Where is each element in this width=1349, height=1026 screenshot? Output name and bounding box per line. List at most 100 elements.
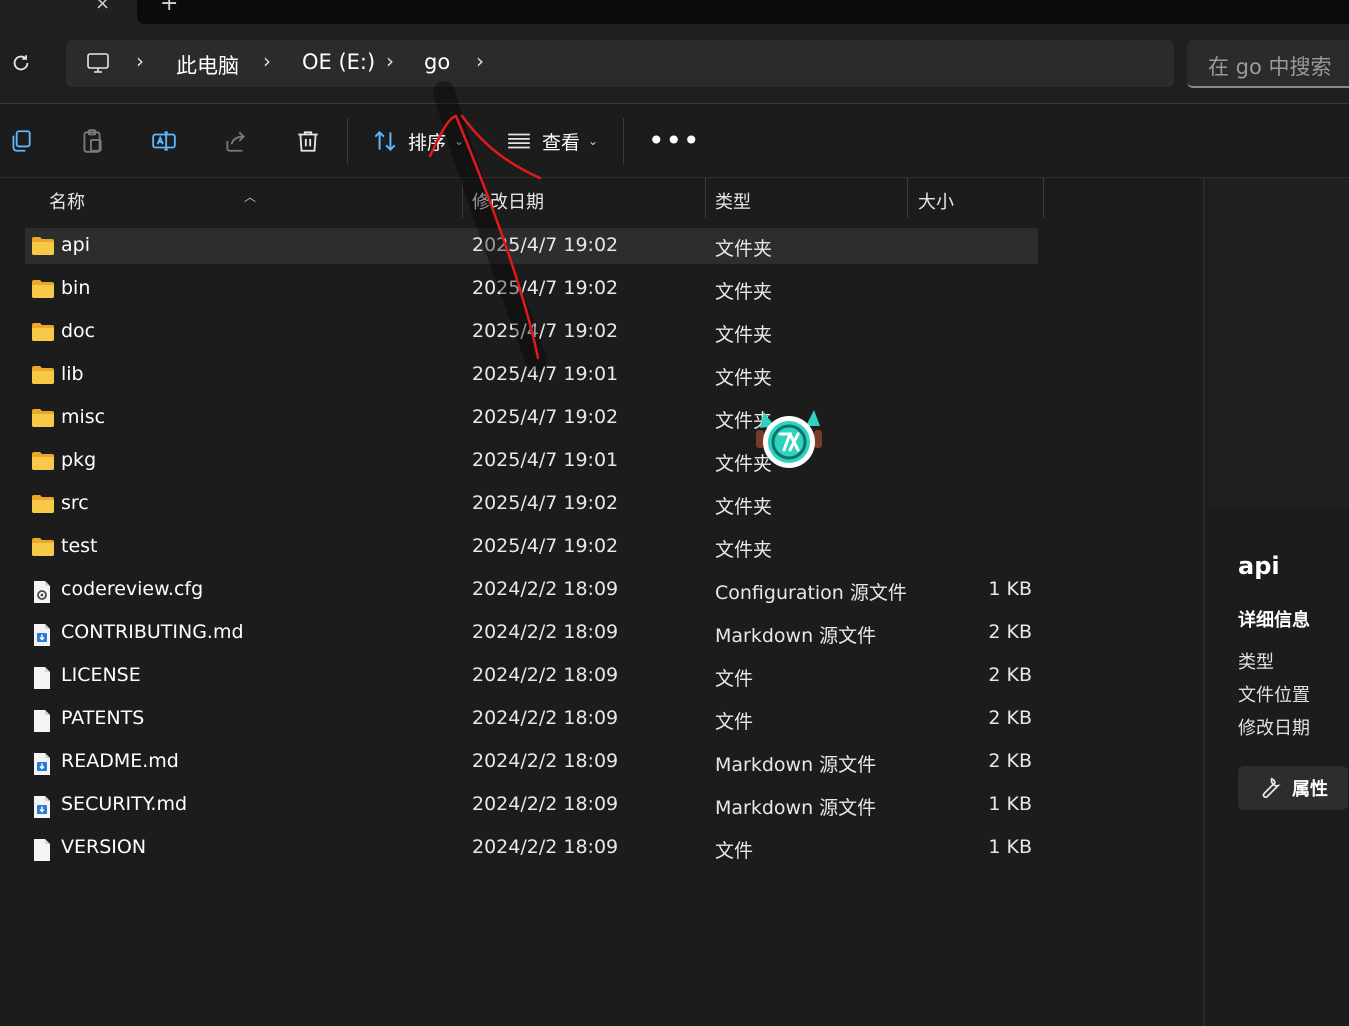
- column-separator[interactable]: [462, 178, 463, 218]
- column-separator[interactable]: [907, 178, 908, 218]
- column-separator[interactable]: [705, 178, 706, 218]
- file-type: 文件夹: [715, 496, 773, 518]
- refresh-icon[interactable]: [10, 52, 32, 74]
- preview-area: [1207, 178, 1349, 508]
- file-modified-date: 2024/2/2 18:09: [472, 793, 619, 815]
- file-size: 1 KB: [988, 793, 1032, 815]
- file-type: 文件夹: [715, 539, 773, 561]
- share-icon[interactable]: [223, 128, 249, 154]
- file-name: misc: [61, 406, 106, 428]
- file-type: Markdown 源文件: [715, 625, 877, 647]
- file-row[interactable]: CONTRIBUTING.md 2024/2/2 18:09 Markdown 源文…: [25, 615, 1038, 651]
- file-size: 2 KB: [988, 750, 1032, 772]
- file-row[interactable]: SECURITY.md 2024/2/2 18:09 Markdown 源文件 1 K…: [25, 787, 1038, 823]
- file-icon: [31, 666, 53, 694]
- folder-icon: [31, 537, 55, 561]
- file-name: PATENTS: [61, 707, 145, 729]
- folder-icon: [31, 451, 55, 475]
- breadcrumb-this-pc[interactable]: 此电脑: [176, 50, 239, 80]
- folder-icon: [31, 322, 55, 346]
- properties-button[interactable]: 属性: [1238, 766, 1348, 810]
- new-tab-button[interactable]: +: [160, 0, 178, 16]
- file-row[interactable]: lib 2025/4/7 19:01 文件夹: [25, 357, 1038, 393]
- command-bar: 排序 ⌄ 查看 ⌄ •••: [0, 104, 1349, 178]
- column-header-modified[interactable]: 修改日期: [472, 188, 544, 214]
- details-field-type: 类型: [1238, 652, 1274, 673]
- column-header-type[interactable]: 类型: [715, 188, 751, 214]
- file-row[interactable]: README.md 2024/2/2 18:09 Markdown 源文件 2 KB: [25, 744, 1038, 780]
- sort-label: 排序: [408, 131, 447, 154]
- view-icon: [508, 133, 530, 149]
- file-type: 文件夹: [715, 324, 773, 346]
- toolbar-separator: [623, 118, 624, 164]
- details-field-modified: 修改日期: [1238, 718, 1310, 739]
- file-modified-date: 2025/4/7 19:02: [472, 535, 619, 557]
- file-row[interactable]: codereview.cfg 2024/2/2 18:09 Configuratio…: [25, 572, 1038, 608]
- file-type: 文件: [715, 711, 754, 733]
- file-modified-date: 2024/2/2 18:09: [472, 578, 619, 600]
- file-type: Markdown 源文件: [715, 797, 877, 819]
- file-type: 文件夹: [715, 367, 773, 389]
- sort-icon: [374, 130, 396, 152]
- markdown-file-icon: [31, 795, 53, 823]
- toolbar-separator: [347, 118, 348, 164]
- folder-icon: [31, 236, 55, 260]
- file-modified-date: 2025/4/7 19:02: [472, 320, 619, 342]
- pane-divider[interactable]: [1203, 178, 1205, 1026]
- view-button[interactable]: 查看 ⌄: [506, 126, 598, 156]
- this-pc-icon[interactable]: [86, 51, 110, 75]
- file-name: codereview.cfg: [61, 578, 204, 600]
- file-name: test: [61, 535, 98, 557]
- file-modified-date: 2024/2/2 18:09: [472, 621, 619, 643]
- file-row[interactable]: api 2025/4/7 19:02 文件夹: [25, 228, 1038, 264]
- file-type: 文件: [715, 668, 754, 690]
- file-row[interactable]: pkg 2025/4/7 19:01 文件夹: [25, 443, 1038, 479]
- file-modified-date: 2024/2/2 18:09: [472, 707, 619, 729]
- file-row[interactable]: LICENSE 2024/2/2 18:09 文件 2 KB: [25, 658, 1038, 694]
- chevron-down-icon: ⌄: [588, 134, 599, 148]
- file-name: lib: [61, 363, 84, 385]
- breadcrumb-drive[interactable]: OE (E:): [302, 50, 375, 74]
- file-name: bin: [61, 277, 91, 299]
- folder-icon: [31, 494, 55, 518]
- column-headers: 名称 ︿ 修改日期 类型 大小: [0, 178, 1203, 218]
- file-row[interactable]: doc 2025/4/7 19:02 文件夹: [25, 314, 1038, 350]
- folder-icon: [31, 279, 55, 303]
- address-bar[interactable]: › 此电脑 › OE (E:) › go ›: [66, 40, 1174, 87]
- search-box[interactable]: 在 go 中搜索: [1187, 40, 1349, 88]
- rename-icon[interactable]: [151, 128, 177, 154]
- close-tab-button[interactable]: ×: [95, 0, 110, 14]
- breadcrumb-chevron-icon[interactable]: ›: [263, 49, 271, 73]
- breadcrumb-go[interactable]: go: [424, 50, 450, 74]
- column-header-size[interactable]: 大小: [918, 188, 954, 214]
- file-modified-date: 2025/4/7 19:02: [472, 234, 619, 256]
- breadcrumb-chevron-icon[interactable]: ›: [386, 49, 394, 73]
- file-row[interactable]: VERSION 2024/2/2 18:09 文件 1 KB: [25, 830, 1038, 866]
- file-modified-date: 2025/4/7 19:01: [472, 449, 619, 471]
- details-field-location: 文件位置: [1238, 685, 1310, 706]
- file-row[interactable]: misc 2025/4/7 19:02 文件夹: [25, 400, 1038, 436]
- file-row[interactable]: src 2025/4/7 19:02 文件夹: [25, 486, 1038, 522]
- column-separator[interactable]: [1043, 178, 1044, 218]
- tab-bar-empty-area: [137, 0, 1349, 24]
- file-type: Markdown 源文件: [715, 754, 877, 776]
- breadcrumb-chevron-icon[interactable]: ›: [476, 49, 484, 73]
- file-name: README.md: [61, 750, 179, 772]
- copy-icon[interactable]: [8, 128, 34, 154]
- column-header-name[interactable]: 名称: [49, 188, 85, 214]
- paste-icon[interactable]: [79, 128, 105, 154]
- file-modified-date: 2024/2/2 18:09: [472, 750, 619, 772]
- file-size: 2 KB: [988, 707, 1032, 729]
- more-options-icon[interactable]: •••: [648, 124, 701, 157]
- file-row[interactable]: test 2025/4/7 19:02 文件夹: [25, 529, 1038, 565]
- file-modified-date: 2024/2/2 18:09: [472, 664, 619, 686]
- file-row[interactable]: PATENTS 2024/2/2 18:09 文件 2 KB: [25, 701, 1038, 737]
- floating-mascot-icon[interactable]: [752, 402, 826, 474]
- file-name: CONTRIBUTING.md: [61, 621, 244, 643]
- file-name: api: [61, 234, 90, 256]
- breadcrumb-chevron-icon[interactable]: ›: [136, 49, 144, 73]
- markdown-file-icon: [31, 752, 53, 780]
- delete-icon[interactable]: [295, 128, 321, 154]
- file-row[interactable]: bin 2025/4/7 19:02 文件夹: [25, 271, 1038, 307]
- sort-button[interactable]: 排序 ⌄: [372, 126, 464, 156]
